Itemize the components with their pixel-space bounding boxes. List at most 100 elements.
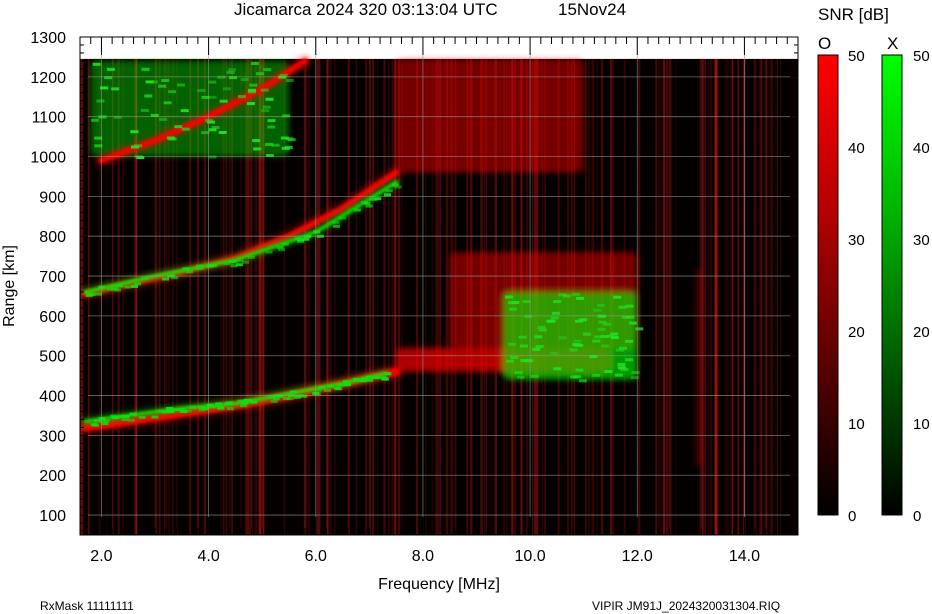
x-mode-pixel [101, 422, 109, 426]
x-mode-pixel [553, 300, 562, 304]
x-mode-pixel [573, 339, 582, 343]
noise-streak [780, 58, 782, 535]
x-mode-pixel [113, 115, 122, 119]
o-colorbar-tick-label: 0 [848, 508, 856, 525]
y-tick-label: 500 [39, 349, 66, 366]
x-mode-pixel [245, 399, 253, 403]
noise-streak [761, 58, 763, 535]
x-mode-pixel [226, 70, 235, 74]
x-mode-pixel [335, 387, 343, 391]
x-mode-pixel [197, 89, 206, 92]
x-mode-pixel [163, 101, 172, 105]
noise-streak [768, 58, 771, 535]
x-mode-pixel [613, 295, 622, 299]
x-colorbar-tick-label: 40 [913, 140, 930, 157]
x-mode-pixel [593, 308, 602, 312]
x-mode-pixel [546, 319, 555, 323]
noise-streak [656, 58, 658, 535]
x-mode-pixel [508, 342, 516, 346]
x-mode-pixel [625, 358, 634, 362]
x-mode-pixel [162, 410, 169, 414]
x-mode-pixel [208, 80, 217, 84]
noise-streak [675, 58, 677, 535]
x-mode-pixel [246, 102, 255, 106]
x-mode-pixel [537, 325, 546, 329]
x-mode-pixel [270, 399, 278, 403]
o-diffuse-zone [396, 58, 584, 173]
x-mode-pixel [228, 68, 236, 72]
x-mode-pixel [635, 327, 644, 331]
noise-streak [329, 58, 332, 535]
x-mode-pixel [235, 263, 243, 267]
x-diffuse-zone [90, 60, 289, 157]
x-mode-pixel [361, 201, 369, 205]
x-mode-pixel [242, 260, 249, 264]
x-mode-pixel [518, 335, 527, 339]
x-axis-label: Frequency [MHz] [378, 576, 500, 593]
x-mode-pixel [551, 311, 560, 315]
x-mode-pixel [336, 383, 344, 387]
x-mode-pixel [538, 328, 547, 332]
x-mode-pixel [619, 346, 627, 350]
noise-streak [368, 58, 372, 535]
x-colorbar-tick-label: 30 [913, 232, 930, 249]
x-mode-pixel [181, 127, 190, 131]
x-mode-pixel [249, 83, 258, 87]
o-diffuse-zone [696, 268, 702, 468]
x-mode-pixel [129, 412, 137, 416]
noise-streak [334, 58, 336, 535]
x-mode-pixel [276, 394, 284, 398]
x-mode-pixel [219, 99, 228, 103]
x-mode-pixel [516, 375, 525, 379]
x-mode-pixel [324, 388, 331, 392]
x-mode-pixel [92, 62, 101, 66]
x-mode-pixel [98, 417, 106, 421]
noise-streak [326, 58, 329, 535]
x-mode-pixel [124, 285, 132, 289]
x-mode-pixel [530, 374, 539, 378]
x-mode-pixel [631, 371, 640, 374]
x-mode-pixel [138, 415, 146, 419]
x-mode-pixel [166, 407, 174, 410]
x-mode-pixel [384, 193, 391, 197]
x-mode-pixel [285, 79, 294, 82]
x-mode-pixel [578, 379, 587, 383]
y-axis-label: Range [km] [1, 245, 18, 327]
x-mode-pixel [597, 303, 606, 307]
x-mode-pixel [161, 79, 170, 82]
x-mode-pixel [196, 266, 204, 270]
x-mode-pixel [553, 367, 562, 371]
o-colorbar-tick-label: 40 [848, 140, 865, 157]
x-mode-pixel [514, 371, 523, 375]
noise-streak [355, 58, 357, 535]
x-colorbar-tick-label: 10 [913, 416, 930, 433]
x-mode-pixel [597, 327, 606, 331]
x-mode-pixel [535, 345, 544, 348]
x-mode-pixel [222, 87, 231, 91]
x-mode-pixel [570, 375, 579, 379]
x-mode-pixel [618, 305, 627, 309]
x-mode-pixel [343, 380, 350, 384]
x-mode-pixel [506, 359, 514, 363]
x-tick-label: 6.0 [305, 548, 327, 565]
x-tick-label: 10.0 [515, 548, 546, 565]
x-mode-pixel [592, 339, 601, 343]
x-mode-pixel [201, 407, 209, 410]
noise-streak [731, 58, 734, 535]
x-mode-pixel [579, 318, 588, 322]
noise-streak [701, 58, 703, 535]
noise-streak [391, 58, 393, 535]
noise-streak [710, 58, 712, 535]
x-mode-pixel [532, 347, 541, 351]
x-colorbar-tick-label: 20 [913, 324, 930, 341]
x-mode-pixel [284, 145, 293, 149]
x-mode-pixel [372, 375, 380, 379]
y-tick-label: 1200 [30, 70, 66, 87]
y-tick-label: 200 [39, 468, 66, 485]
x-mode-pixel [615, 373, 623, 377]
x-mode-pixel [217, 407, 225, 411]
x-mode-pixel [215, 403, 223, 407]
x-mode-pixel [281, 242, 289, 246]
x-mode-pixel [332, 221, 340, 224]
noise-streak [715, 58, 718, 535]
